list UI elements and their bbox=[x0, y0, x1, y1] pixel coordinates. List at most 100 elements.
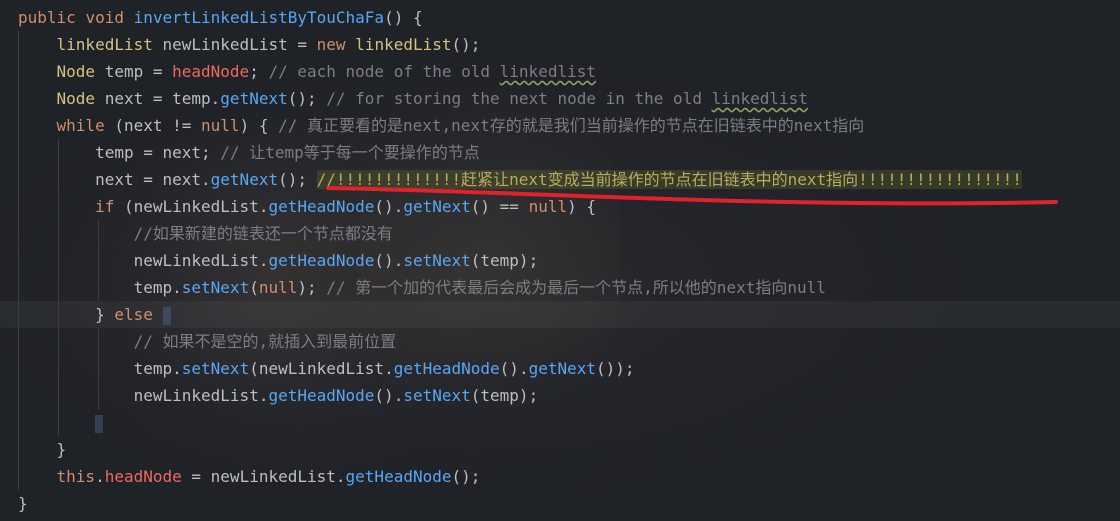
keyword: null bbox=[528, 197, 568, 216]
code-line[interactable]: public void invertLinkedListByTouChaFa()… bbox=[0, 4, 1120, 31]
indent-guide bbox=[58, 382, 59, 409]
type-name: Node bbox=[56, 89, 96, 108]
indent-guide bbox=[58, 274, 59, 301]
punctuation: (). bbox=[374, 386, 404, 405]
code-line[interactable]: this.headNode = newLinkedList.getHeadNod… bbox=[0, 463, 1120, 490]
code-area[interactable]: public void invertLinkedListByTouChaFa ()… bbox=[0, 4, 1120, 517]
indent-guide bbox=[98, 328, 99, 355]
brace: } bbox=[56, 440, 67, 459]
method-call: getNext bbox=[403, 197, 471, 216]
method-call: setNext bbox=[403, 386, 471, 405]
code-text: = newLinkedList. bbox=[181, 467, 346, 486]
field-name: headNode bbox=[104, 467, 182, 486]
indent-guide bbox=[18, 220, 19, 247]
indent-guide bbox=[58, 193, 59, 220]
indent-guide bbox=[58, 139, 59, 166]
code-line[interactable]: } bbox=[0, 409, 1120, 436]
indent-guide bbox=[18, 463, 19, 490]
indent-guide bbox=[18, 85, 19, 112]
brace-match-highlight bbox=[95, 414, 104, 433]
indent-guide bbox=[58, 328, 59, 355]
punctuation: ); bbox=[297, 278, 317, 297]
punctuation: (temp); bbox=[470, 386, 539, 405]
keyword: this bbox=[56, 467, 96, 486]
brace: } bbox=[95, 305, 105, 324]
method-call: getHeadNode bbox=[345, 467, 452, 486]
comment: // 真正要看的是next,next存的就是我们当前操作的节点在旧链表中的nex… bbox=[268, 116, 865, 135]
method-call: getNext bbox=[210, 170, 279, 189]
code-text: newLinkedList = bbox=[152, 35, 317, 54]
punctuation: (); bbox=[287, 89, 317, 108]
method-call: getNext bbox=[528, 359, 597, 378]
comment: //如果新建的链表还一个节点都没有 bbox=[133, 224, 393, 243]
code-line[interactable]: // 如果不是空的,就插入到最前位置 bbox=[0, 328, 1120, 355]
code-line[interactable]: if (newLinkedList.getHeadNode().getNext(… bbox=[0, 193, 1120, 220]
code-line[interactable]: temp = next; // 让temp等于每一个要操作的节点 bbox=[0, 139, 1120, 166]
code-line[interactable]: temp.setNext(null); // 第一个加的代表最后会成为最后一个节… bbox=[0, 274, 1120, 301]
code-line[interactable]: newLinkedList.getHeadNode().setNext(temp… bbox=[0, 247, 1120, 274]
code-editor[interactable]: public void invertLinkedListByTouChaFa ()… bbox=[0, 0, 1120, 521]
indent-guide bbox=[18, 328, 19, 355]
code-line[interactable]: } bbox=[0, 490, 1120, 517]
indent-guide bbox=[18, 139, 19, 166]
comment: // 第一个加的代表最后会成为最后一个节点,所以他的next指向null bbox=[316, 278, 826, 297]
punctuation: (); bbox=[451, 467, 481, 486]
code-line[interactable]: newLinkedList.getHeadNode().setNext(temp… bbox=[0, 382, 1120, 409]
indent-guide bbox=[58, 301, 59, 328]
indent-guide bbox=[98, 274, 99, 301]
indent-guide bbox=[18, 247, 19, 274]
indent-guide bbox=[98, 247, 99, 274]
code-text: newLinkedList. bbox=[133, 386, 269, 405]
punctuation: (); bbox=[451, 35, 481, 54]
keyword: new bbox=[316, 35, 346, 54]
punctuation: ()); bbox=[596, 359, 635, 378]
code-text: temp = next; bbox=[95, 143, 211, 162]
code-text: (next != bbox=[104, 116, 202, 135]
comment: // each node of the old bbox=[258, 62, 500, 81]
method-name: invertLinkedListByTouChaFa bbox=[133, 8, 385, 27]
indent-guide bbox=[18, 58, 19, 85]
type-name: linkedList bbox=[355, 35, 452, 54]
comment: // 如果不是空的,就插入到最前位置 bbox=[133, 332, 397, 351]
brace: } bbox=[18, 494, 28, 513]
keyword: public bbox=[18, 8, 76, 27]
method-call: getHeadNode bbox=[268, 251, 375, 270]
comment: // for storing the next node in the old bbox=[316, 89, 712, 108]
code-text: temp = bbox=[95, 62, 173, 81]
punctuation: (); bbox=[278, 170, 317, 189]
code-line-current[interactable]: } else bbox=[0, 301, 1120, 328]
comment: // 让temp等于每一个要操作的节点 bbox=[210, 143, 480, 162]
indent-guide bbox=[18, 355, 19, 382]
punctuation: (temp); bbox=[470, 251, 539, 270]
code-line[interactable]: while (next != null) { // 真正要看的是next,nex… bbox=[0, 112, 1120, 139]
indent-guide bbox=[58, 355, 59, 382]
type-name: linkedList bbox=[56, 35, 153, 54]
punctuation: (). bbox=[374, 197, 404, 216]
code-text: newLinkedList. bbox=[133, 251, 269, 270]
indent-guide bbox=[18, 301, 19, 328]
keyword: void bbox=[85, 8, 124, 27]
comment-typo: linkedlist bbox=[711, 89, 808, 108]
punctuation: ) { bbox=[567, 197, 596, 216]
indent-guide bbox=[18, 193, 19, 220]
method-call: setNext bbox=[181, 359, 250, 378]
keyword: null bbox=[258, 278, 298, 297]
keyword: while bbox=[56, 116, 105, 135]
code-line[interactable]: linkedList newLinkedList = new linkedLis… bbox=[0, 31, 1120, 58]
code-line[interactable]: temp.setNext(newLinkedList.getHeadNode()… bbox=[0, 355, 1120, 382]
code-line[interactable]: //如果新建的链表还一个节点都没有 bbox=[0, 220, 1120, 247]
punctuation: . bbox=[95, 467, 105, 486]
field-name: headNode bbox=[172, 62, 250, 81]
code-text: next = next. bbox=[95, 170, 211, 189]
code-text: () == bbox=[470, 197, 529, 216]
code-line[interactable]: } bbox=[0, 436, 1120, 463]
code-line[interactable]: Node temp = headNode; // each node of th… bbox=[0, 58, 1120, 85]
indent-guide bbox=[98, 355, 99, 382]
indent-guide bbox=[58, 166, 59, 193]
brace-match-highlight bbox=[162, 306, 171, 325]
code-text: next = temp. bbox=[95, 89, 221, 108]
code-line[interactable]: next = next.getNext(); //!!!!!!!!!!!!!赶紧… bbox=[0, 166, 1120, 193]
code-text: temp. bbox=[133, 278, 182, 297]
indent-guide bbox=[18, 409, 19, 436]
code-line[interactable]: Node next = temp.getNext(); // for stori… bbox=[0, 85, 1120, 112]
